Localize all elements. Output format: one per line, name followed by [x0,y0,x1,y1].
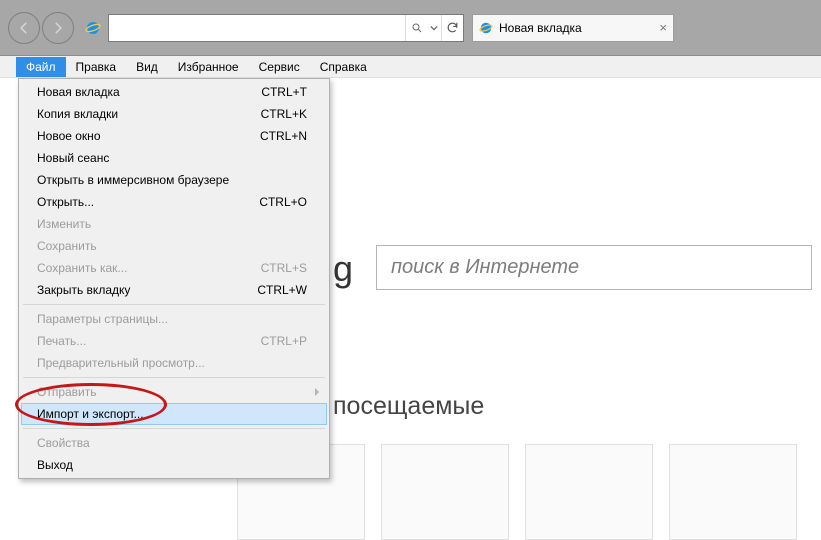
menu-item-выход[interactable]: Выход [21,454,327,476]
menu-item-свойства: Свойства [21,432,327,454]
file-menu-dropdown: Новая вкладка CTRL+T Копия вкладки CTRL+K Но… [18,78,330,479]
site-tile[interactable] [525,444,653,540]
search-icon[interactable] [405,15,427,41]
tab-close-icon[interactable]: × [659,20,667,35]
menu-item-label: Изменить [37,217,91,231]
menu-item-печать: Печать... CTRL+P [21,330,327,352]
address-input[interactable] [109,15,405,41]
menu-item-shortcut: CTRL+T [261,85,307,99]
menu-item-shortcut: CTRL+K [261,107,307,121]
arrow-left-icon [17,21,31,35]
back-button[interactable] [8,12,40,44]
menu-item-label: Отправить [37,385,97,399]
menu-item-label: Свойства [37,436,90,450]
dropdown-icon[interactable] [427,15,441,41]
menu-favorites[interactable]: Избранное [168,57,249,77]
menu-item-shortcut: CTRL+P [261,334,307,348]
nav-buttons [8,12,74,44]
logo-text-fragment: g [333,248,353,290]
menu-item-label: Открыть... [37,195,94,209]
menu-tools[interactable]: Сервис [249,57,310,77]
tab-title: Новая вкладка [499,21,582,35]
menu-item-label: Сохранить как... [37,261,127,275]
menu-item-новая-вкладка[interactable]: Новая вкладка CTRL+T [21,81,327,103]
site-tile[interactable] [381,444,509,540]
ie-tab-icon [479,21,493,35]
address-controls [405,15,463,41]
menu-help[interactable]: Справка [310,57,377,77]
browser-tab[interactable]: Новая вкладка × [472,14,674,42]
menu-item-изменить: Изменить [21,213,327,235]
menu-separator [23,304,325,305]
menu-separator [23,377,325,378]
menu-item-label: Выход [37,458,73,472]
menu-item-предварительный-просмотр: Предварительный просмотр... [21,352,327,374]
menu-item-label: Печать... [37,334,86,348]
refresh-icon[interactable] [441,15,463,41]
menu-item-импорт-и-экспорт[interactable]: Импорт и экспорт... [21,403,327,425]
menu-item-shortcut: CTRL+N [260,129,307,143]
address-bar[interactable] [108,14,464,42]
menu-item-label: Параметры страницы... [37,312,168,326]
site-tile[interactable] [669,444,797,540]
menu-edit[interactable]: Правка [66,57,127,77]
menu-item-сохранить: Сохранить [21,235,327,257]
menu-item-label: Открыть в иммерсивном браузере [37,173,229,187]
browser-toolbar: Новая вкладка × [0,0,821,56]
menu-item-label: Импорт и экспорт... [37,407,144,421]
menu-item-label: Закрыть вкладку [37,283,130,297]
search-box[interactable]: поиск в Интернете [376,245,812,290]
menu-item-новый-сеанс[interactable]: Новый сеанс [21,147,327,169]
menu-file[interactable]: Файл [16,57,66,77]
menu-item-отправить: Отправить [21,381,327,403]
menu-item-закрыть-вкладку[interactable]: Закрыть вкладку CTRL+W [21,279,327,301]
menu-item-сохранить-как: Сохранить как... CTRL+S [21,257,327,279]
menu-item-shortcut: CTRL+W [257,283,307,297]
menu-item-копия-вкладки[interactable]: Копия вкладки CTRL+K [21,103,327,125]
menu-bar: Файл Правка Вид Избранное Сервис Справка [0,56,821,78]
menu-item-label: Копия вкладки [37,107,118,121]
heading-fragment: посещаемые [333,392,484,421]
menu-item-shortcut: CTRL+S [261,261,307,275]
forward-button[interactable] [42,12,74,44]
arrow-right-icon [51,21,65,35]
menu-item-label: Новое окно [37,129,101,143]
menu-item-label: Сохранить [37,239,97,253]
ie-logo-icon [82,17,104,39]
menu-item-shortcut: CTRL+O [259,195,307,209]
menu-item-новое-окно[interactable]: Новое окно CTRL+N [21,125,327,147]
menu-separator [23,428,325,429]
search-placeholder: поиск в Интернете [391,256,579,279]
menu-item-параметры-страницы: Параметры страницы... [21,308,327,330]
menu-view[interactable]: Вид [126,57,168,77]
menu-item-открыть-в-иммерсивном-браузере[interactable]: Открыть в иммерсивном браузере [21,169,327,191]
menu-item-label: Новый сеанс [37,151,109,165]
menu-item-открыть[interactable]: Открыть... CTRL+O [21,191,327,213]
menu-item-label: Предварительный просмотр... [37,356,205,370]
menu-item-label: Новая вкладка [37,85,120,99]
